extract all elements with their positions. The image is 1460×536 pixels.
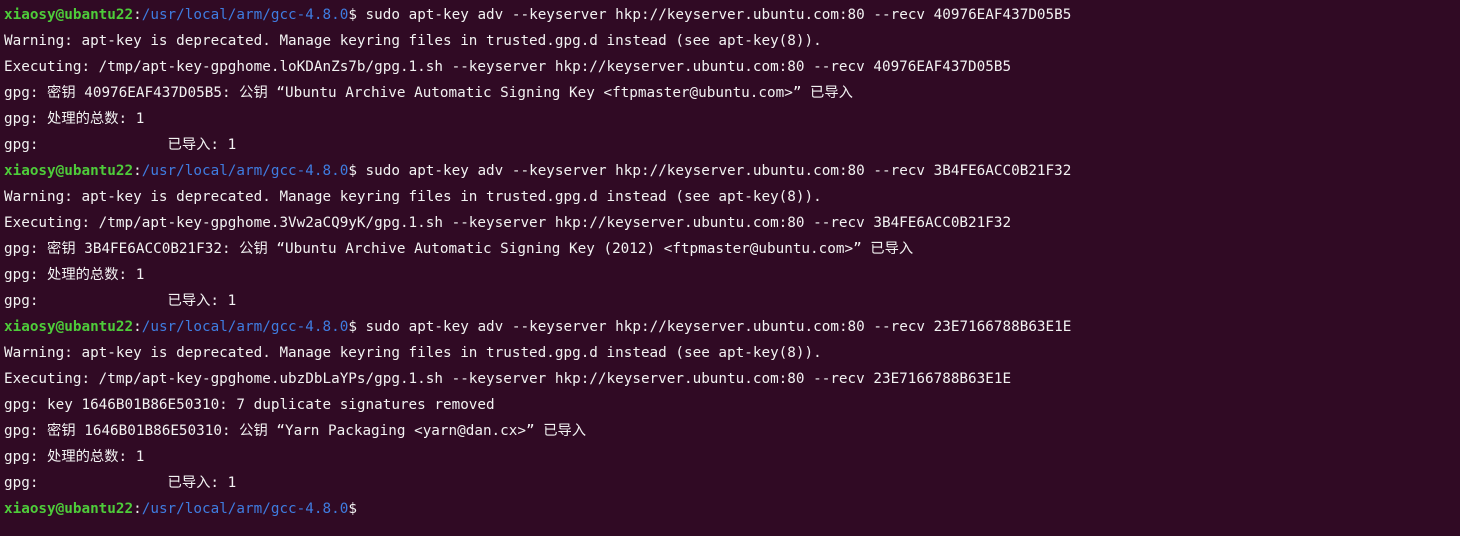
- output-line: Warning: apt-key is deprecated. Manage k…: [4, 28, 1460, 54]
- output-line: gpg: 已导入: 1: [4, 288, 1460, 314]
- output-text: gpg: 已导入: 1: [4, 475, 237, 491]
- prompt-colon: :: [133, 7, 142, 23]
- output-text: gpg: key 1646B01B86E50310: 7 duplicate s…: [4, 397, 495, 413]
- output-line: gpg: 密钥 40976EAF437D05B5: 公钥 “Ubuntu Arc…: [4, 80, 1460, 106]
- prompt-user-host: xiaosy@ubantu22: [4, 319, 134, 335]
- output-line: Executing: /tmp/apt-key-gpghome.loKDAnZs…: [4, 54, 1460, 80]
- command-text: sudo apt-key adv --keyserver hkp://keyse…: [356, 7, 1072, 23]
- output-text: gpg: 密钥 3B4FE6ACC0B21F32: 公钥 “Ubuntu Arc…: [4, 241, 914, 257]
- output-line: Executing: /tmp/apt-key-gpghome.ubzDbLaY…: [4, 366, 1460, 392]
- prompt-path: /usr/local/arm/gcc-4.8.0: [141, 163, 349, 179]
- output-line: gpg: 已导入: 1: [4, 470, 1460, 496]
- output-text: gpg: 处理的总数: 1: [4, 267, 145, 283]
- output-line: Executing: /tmp/apt-key-gpghome.3Vw2aCQ9…: [4, 210, 1460, 236]
- prompt-colon: :: [133, 163, 142, 179]
- prompt-symbol: $: [348, 7, 357, 23]
- output-text: Warning: apt-key is deprecated. Manage k…: [4, 189, 822, 205]
- output-line: gpg: key 1646B01B86E50310: 7 duplicate s…: [4, 392, 1460, 418]
- prompt-symbol: $: [348, 319, 357, 335]
- prompt-colon: :: [133, 501, 142, 517]
- output-text: Executing: /tmp/apt-key-gpghome.3Vw2aCQ9…: [4, 215, 1012, 231]
- output-text: gpg: 已导入: 1: [4, 137, 237, 153]
- prompt-line: xiaosy@ubantu22:/usr/local/arm/gcc-4.8.0…: [4, 496, 1460, 522]
- output-text: Warning: apt-key is deprecated. Manage k…: [4, 345, 822, 361]
- prompt-user-host: xiaosy@ubantu22: [4, 7, 134, 23]
- output-text: gpg: 处理的总数: 1: [4, 111, 145, 127]
- output-line: Warning: apt-key is deprecated. Manage k…: [4, 340, 1460, 366]
- output-text: gpg: 处理的总数: 1: [4, 449, 145, 465]
- output-text: gpg: 已导入: 1: [4, 293, 237, 309]
- command-text: sudo apt-key adv --keyserver hkp://keyse…: [356, 319, 1072, 335]
- terminal-window[interactable]: xiaosy@ubantu22:/usr/local/arm/gcc-4.8.0…: [0, 0, 1460, 536]
- output-line: gpg: 密钥 3B4FE6ACC0B21F32: 公钥 “Ubuntu Arc…: [4, 236, 1460, 262]
- prompt-user-host: xiaosy@ubantu22: [4, 163, 134, 179]
- output-line: gpg: 处理的总数: 1: [4, 444, 1460, 470]
- prompt-line: xiaosy@ubantu22:/usr/local/arm/gcc-4.8.0…: [4, 314, 1460, 340]
- prompt-line: xiaosy@ubantu22:/usr/local/arm/gcc-4.8.0…: [4, 158, 1460, 184]
- output-text: Executing: /tmp/apt-key-gpghome.loKDAnZs…: [4, 59, 1012, 75]
- prompt-symbol: $: [348, 501, 357, 517]
- output-line: Warning: apt-key is deprecated. Manage k…: [4, 184, 1460, 210]
- prompt-symbol: $: [348, 163, 357, 179]
- prompt-path: /usr/local/arm/gcc-4.8.0: [141, 7, 349, 23]
- prompt-line: xiaosy@ubantu22:/usr/local/arm/gcc-4.8.0…: [4, 2, 1460, 28]
- prompt-path: /usr/local/arm/gcc-4.8.0: [141, 319, 349, 335]
- output-text: Warning: apt-key is deprecated. Manage k…: [4, 33, 822, 49]
- output-text: gpg: 密钥 1646B01B86E50310: 公钥 “Yarn Packa…: [4, 423, 587, 439]
- output-line: gpg: 处理的总数: 1: [4, 106, 1460, 132]
- output-line: gpg: 处理的总数: 1: [4, 262, 1460, 288]
- output-line: gpg: 已导入: 1: [4, 132, 1460, 158]
- prompt-path: /usr/local/arm/gcc-4.8.0: [141, 501, 349, 517]
- output-text: Executing: /tmp/apt-key-gpghome.ubzDbLaY…: [4, 371, 1012, 387]
- prompt-colon: :: [133, 319, 142, 335]
- output-line: gpg: 密钥 1646B01B86E50310: 公钥 “Yarn Packa…: [4, 418, 1460, 444]
- output-text: gpg: 密钥 40976EAF437D05B5: 公钥 “Ubuntu Arc…: [4, 85, 853, 101]
- prompt-user-host: xiaosy@ubantu22: [4, 501, 134, 517]
- command-text: sudo apt-key adv --keyserver hkp://keyse…: [356, 163, 1072, 179]
